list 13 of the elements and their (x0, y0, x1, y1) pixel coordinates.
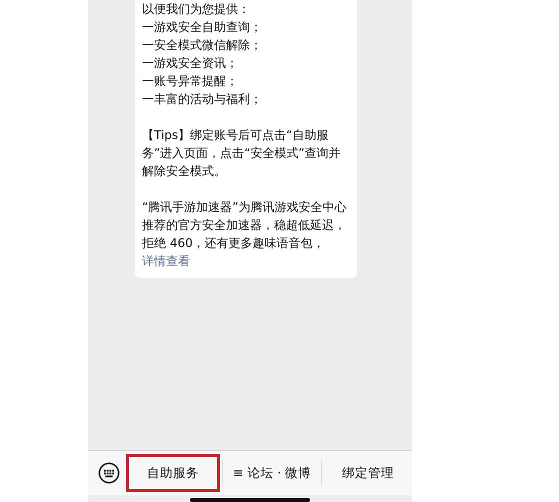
promo-text: “腾讯手游加速器”为腾讯游戏安全中心推荐的官方安全加速器，稳超低延迟，拒绝 460，还有更多趣味语音包， (142, 199, 348, 252)
details-link[interactable]: 详情查看 (142, 252, 190, 270)
menu-button[interactable]: 自助服务 (126, 454, 220, 492)
keyboard-icon[interactable] (98, 462, 120, 484)
message-line: 一安全模式微信解除； (142, 37, 263, 54)
message-line: 一账号异常提醒； (142, 73, 239, 90)
tips-text: 【Tips】绑定账号后可点击“自助服务”进入页面，点击“安全模式”查询并解除安全模式。 (142, 127, 342, 180)
menu-button[interactable]: 绑定管理 (324, 454, 412, 492)
menu-button[interactable]: ≡ 论坛 · 微博 (225, 454, 319, 492)
message-line: 以便我们为您提供： (142, 1, 251, 18)
message-line: 一游戏安全资讯； (142, 55, 239, 72)
message-line: 一丰富的活动与福利； (142, 91, 263, 108)
message-line: 一游戏安全自助查询； (142, 19, 263, 36)
